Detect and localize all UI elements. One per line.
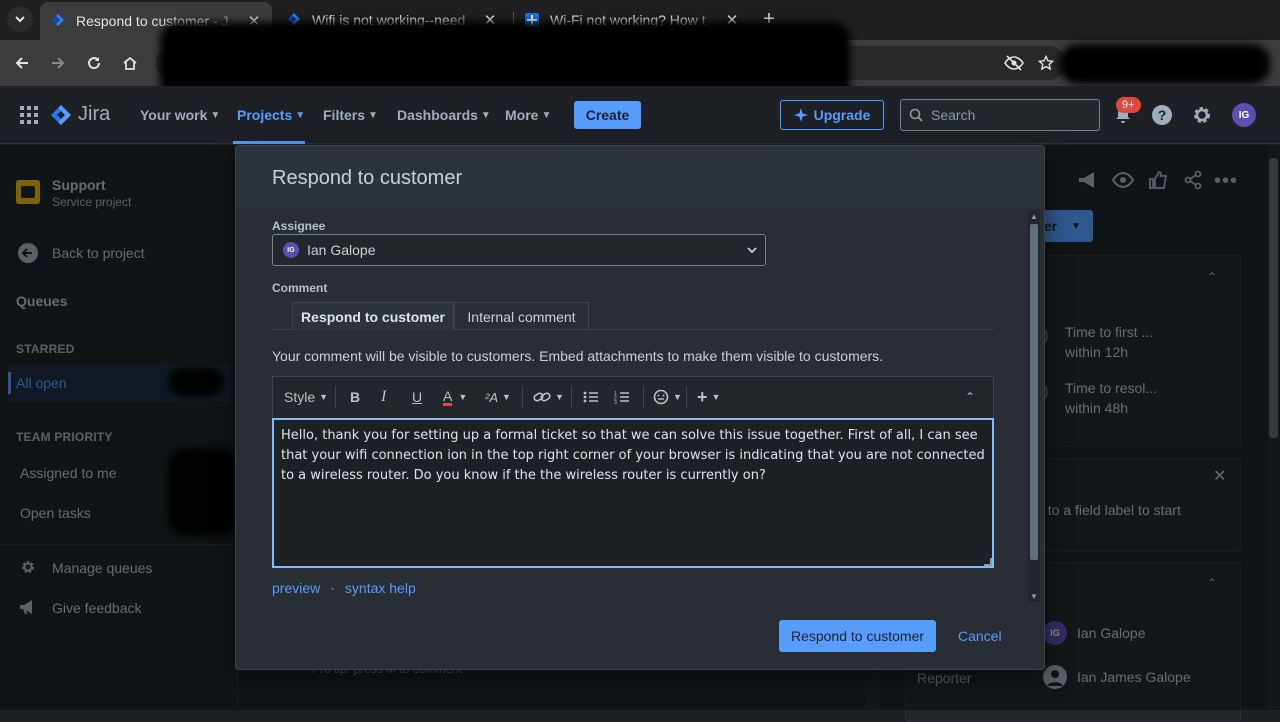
toolbar-divider bbox=[643, 386, 644, 408]
italic-icon[interactable]: I bbox=[381, 387, 386, 407]
more-formatting-button[interactable]: ²A ▼ bbox=[485, 387, 511, 407]
chevron-down-icon: ▼ bbox=[673, 392, 682, 402]
chevron-down-icon: ▼ bbox=[368, 109, 378, 121]
scroll-down-arrow-icon[interactable]: ▼ bbox=[1030, 592, 1038, 601]
sparkle-icon bbox=[793, 108, 808, 122]
jira-logo[interactable]: Jira bbox=[50, 103, 110, 126]
search-icon bbox=[909, 108, 923, 122]
settings-gear-icon[interactable] bbox=[1190, 103, 1214, 127]
emoji-icon bbox=[653, 389, 669, 405]
link-icon bbox=[533, 392, 551, 402]
user-avatar[interactable]: IG bbox=[1232, 103, 1256, 127]
insert-button[interactable]: + ▼ bbox=[697, 387, 720, 407]
nav-projects[interactable]: Projects ▼ bbox=[237, 107, 305, 123]
chevron-down-icon: ▼ bbox=[295, 109, 306, 121]
nav-more[interactable]: More ▼ bbox=[505, 107, 551, 123]
chevron-down-icon: ▼ bbox=[541, 109, 552, 121]
assignee-select[interactable]: IG Ian Galope bbox=[272, 234, 766, 266]
toolbar-divider bbox=[686, 386, 687, 408]
comment-textarea[interactable]: Hello, thank you for setting up a formal… bbox=[272, 418, 994, 568]
bullet-list-icon[interactable] bbox=[583, 387, 599, 407]
tab-internal-comment[interactable]: Internal comment bbox=[454, 302, 589, 330]
syntax-help-link[interactable]: syntax help bbox=[345, 580, 416, 596]
bookmark-star-icon[interactable] bbox=[1034, 52, 1058, 74]
nav-label: Projects bbox=[237, 107, 293, 123]
active-nav-underline bbox=[233, 141, 305, 144]
reload-icon[interactable] bbox=[82, 52, 106, 74]
redaction-block bbox=[1060, 44, 1270, 84]
chevron-down-icon: ▼ bbox=[210, 109, 221, 121]
chevron-down-icon: ▼ bbox=[711, 392, 721, 402]
numbered-list-icon[interactable]: 123 bbox=[614, 387, 630, 407]
help-icon[interactable]: ? bbox=[1150, 103, 1174, 127]
create-button[interactable]: Create bbox=[574, 101, 641, 129]
search-input[interactable]: Search bbox=[900, 99, 1100, 131]
assignee-avatar: IG bbox=[283, 242, 299, 258]
dialog-scrollbar-thumb[interactable] bbox=[1030, 224, 1038, 560]
tab-respond-to-customer[interactable]: Respond to customer bbox=[292, 302, 454, 330]
upgrade-label: Upgrade bbox=[813, 107, 871, 123]
search-placeholder: Search bbox=[931, 107, 976, 123]
notification-count-badge: 9+ bbox=[1116, 97, 1141, 113]
toolbar-divider bbox=[571, 386, 572, 408]
toolbar-divider bbox=[522, 386, 523, 408]
jira-wordmark: Jira bbox=[78, 103, 111, 125]
text-color-icon: A bbox=[443, 387, 453, 406]
cancel-button[interactable]: Cancel bbox=[958, 628, 1002, 644]
emoji-button[interactable]: ▼ bbox=[653, 387, 682, 407]
jira-favicon-icon bbox=[52, 14, 64, 26]
chevron-down-icon: ▼ bbox=[480, 109, 491, 121]
chevron-down-icon: ▼ bbox=[319, 392, 329, 402]
text-style-dropdown[interactable]: Style ▼ bbox=[284, 387, 328, 407]
assignee-value: Ian Galope bbox=[307, 242, 376, 258]
chevron-down-icon: ▼ bbox=[458, 392, 468, 402]
assignee-label: Assignee bbox=[272, 219, 326, 233]
home-icon[interactable] bbox=[118, 52, 142, 74]
chevron-down-icon bbox=[747, 247, 757, 254]
svg-text:3: 3 bbox=[614, 400, 617, 404]
link-button[interactable]: ▼ bbox=[533, 387, 564, 407]
dialog-title: Respond to customer bbox=[272, 167, 463, 189]
forward-arrow-icon[interactable] bbox=[46, 52, 70, 74]
style-label: Style bbox=[284, 389, 316, 405]
collapse-toolbar-icon[interactable]: ⌃ bbox=[965, 387, 975, 407]
app-switcher-icon[interactable] bbox=[20, 106, 38, 124]
back-arrow-icon[interactable] bbox=[10, 52, 34, 74]
nav-label: More bbox=[505, 107, 539, 123]
jira-logo-icon bbox=[51, 104, 71, 125]
more-formatting-icon: ²A bbox=[485, 389, 498, 405]
nav-label: Your work bbox=[140, 107, 208, 123]
editor-links: preview · syntax help bbox=[272, 580, 416, 596]
tab-search-button[interactable] bbox=[7, 6, 33, 32]
upgrade-button[interactable]: Upgrade bbox=[780, 100, 884, 130]
nav-label: Dashboards bbox=[397, 107, 478, 123]
svg-text:?: ? bbox=[1158, 107, 1167, 123]
resize-handle-icon[interactable] bbox=[984, 558, 992, 566]
scroll-up-arrow-icon[interactable]: ▲ bbox=[1030, 212, 1038, 221]
nav-your-work[interactable]: Your work ▼ bbox=[140, 107, 220, 123]
visibility-notice: Your comment will be visible to customer… bbox=[272, 348, 884, 364]
link-separator: · bbox=[330, 580, 335, 596]
nav-dashboards[interactable]: Dashboards ▼ bbox=[397, 107, 491, 123]
respond-to-customer-dialog: Respond to customer Assignee IG Ian Galo… bbox=[235, 145, 1045, 670]
nav-filters[interactable]: Filters ▼ bbox=[323, 107, 378, 123]
respond-to-customer-button[interactable]: Respond to customer bbox=[779, 620, 936, 652]
chevron-down-icon bbox=[15, 16, 25, 23]
preview-link[interactable]: preview bbox=[272, 580, 320, 596]
chevron-down-icon: ▼ bbox=[555, 392, 564, 402]
bold-icon[interactable]: B bbox=[350, 387, 360, 407]
editor-toolbar: Style ▼ B I U A ▼ ²A ▼ ▼ 123 ▼ + ▼ ⌃ bbox=[272, 376, 994, 418]
toolbar-divider bbox=[335, 386, 336, 408]
comment-type-tabs: Respond to customer Internal comment bbox=[272, 302, 994, 330]
tracking-blocked-eye-icon[interactable] bbox=[1002, 52, 1026, 74]
underline-icon[interactable]: U bbox=[412, 387, 422, 407]
text-color-button[interactable]: A ▼ bbox=[443, 387, 467, 407]
chevron-down-icon: ▼ bbox=[502, 392, 511, 402]
comment-label: Comment bbox=[272, 281, 328, 295]
nav-label: Filters bbox=[323, 107, 366, 123]
plus-icon: + bbox=[697, 386, 708, 407]
